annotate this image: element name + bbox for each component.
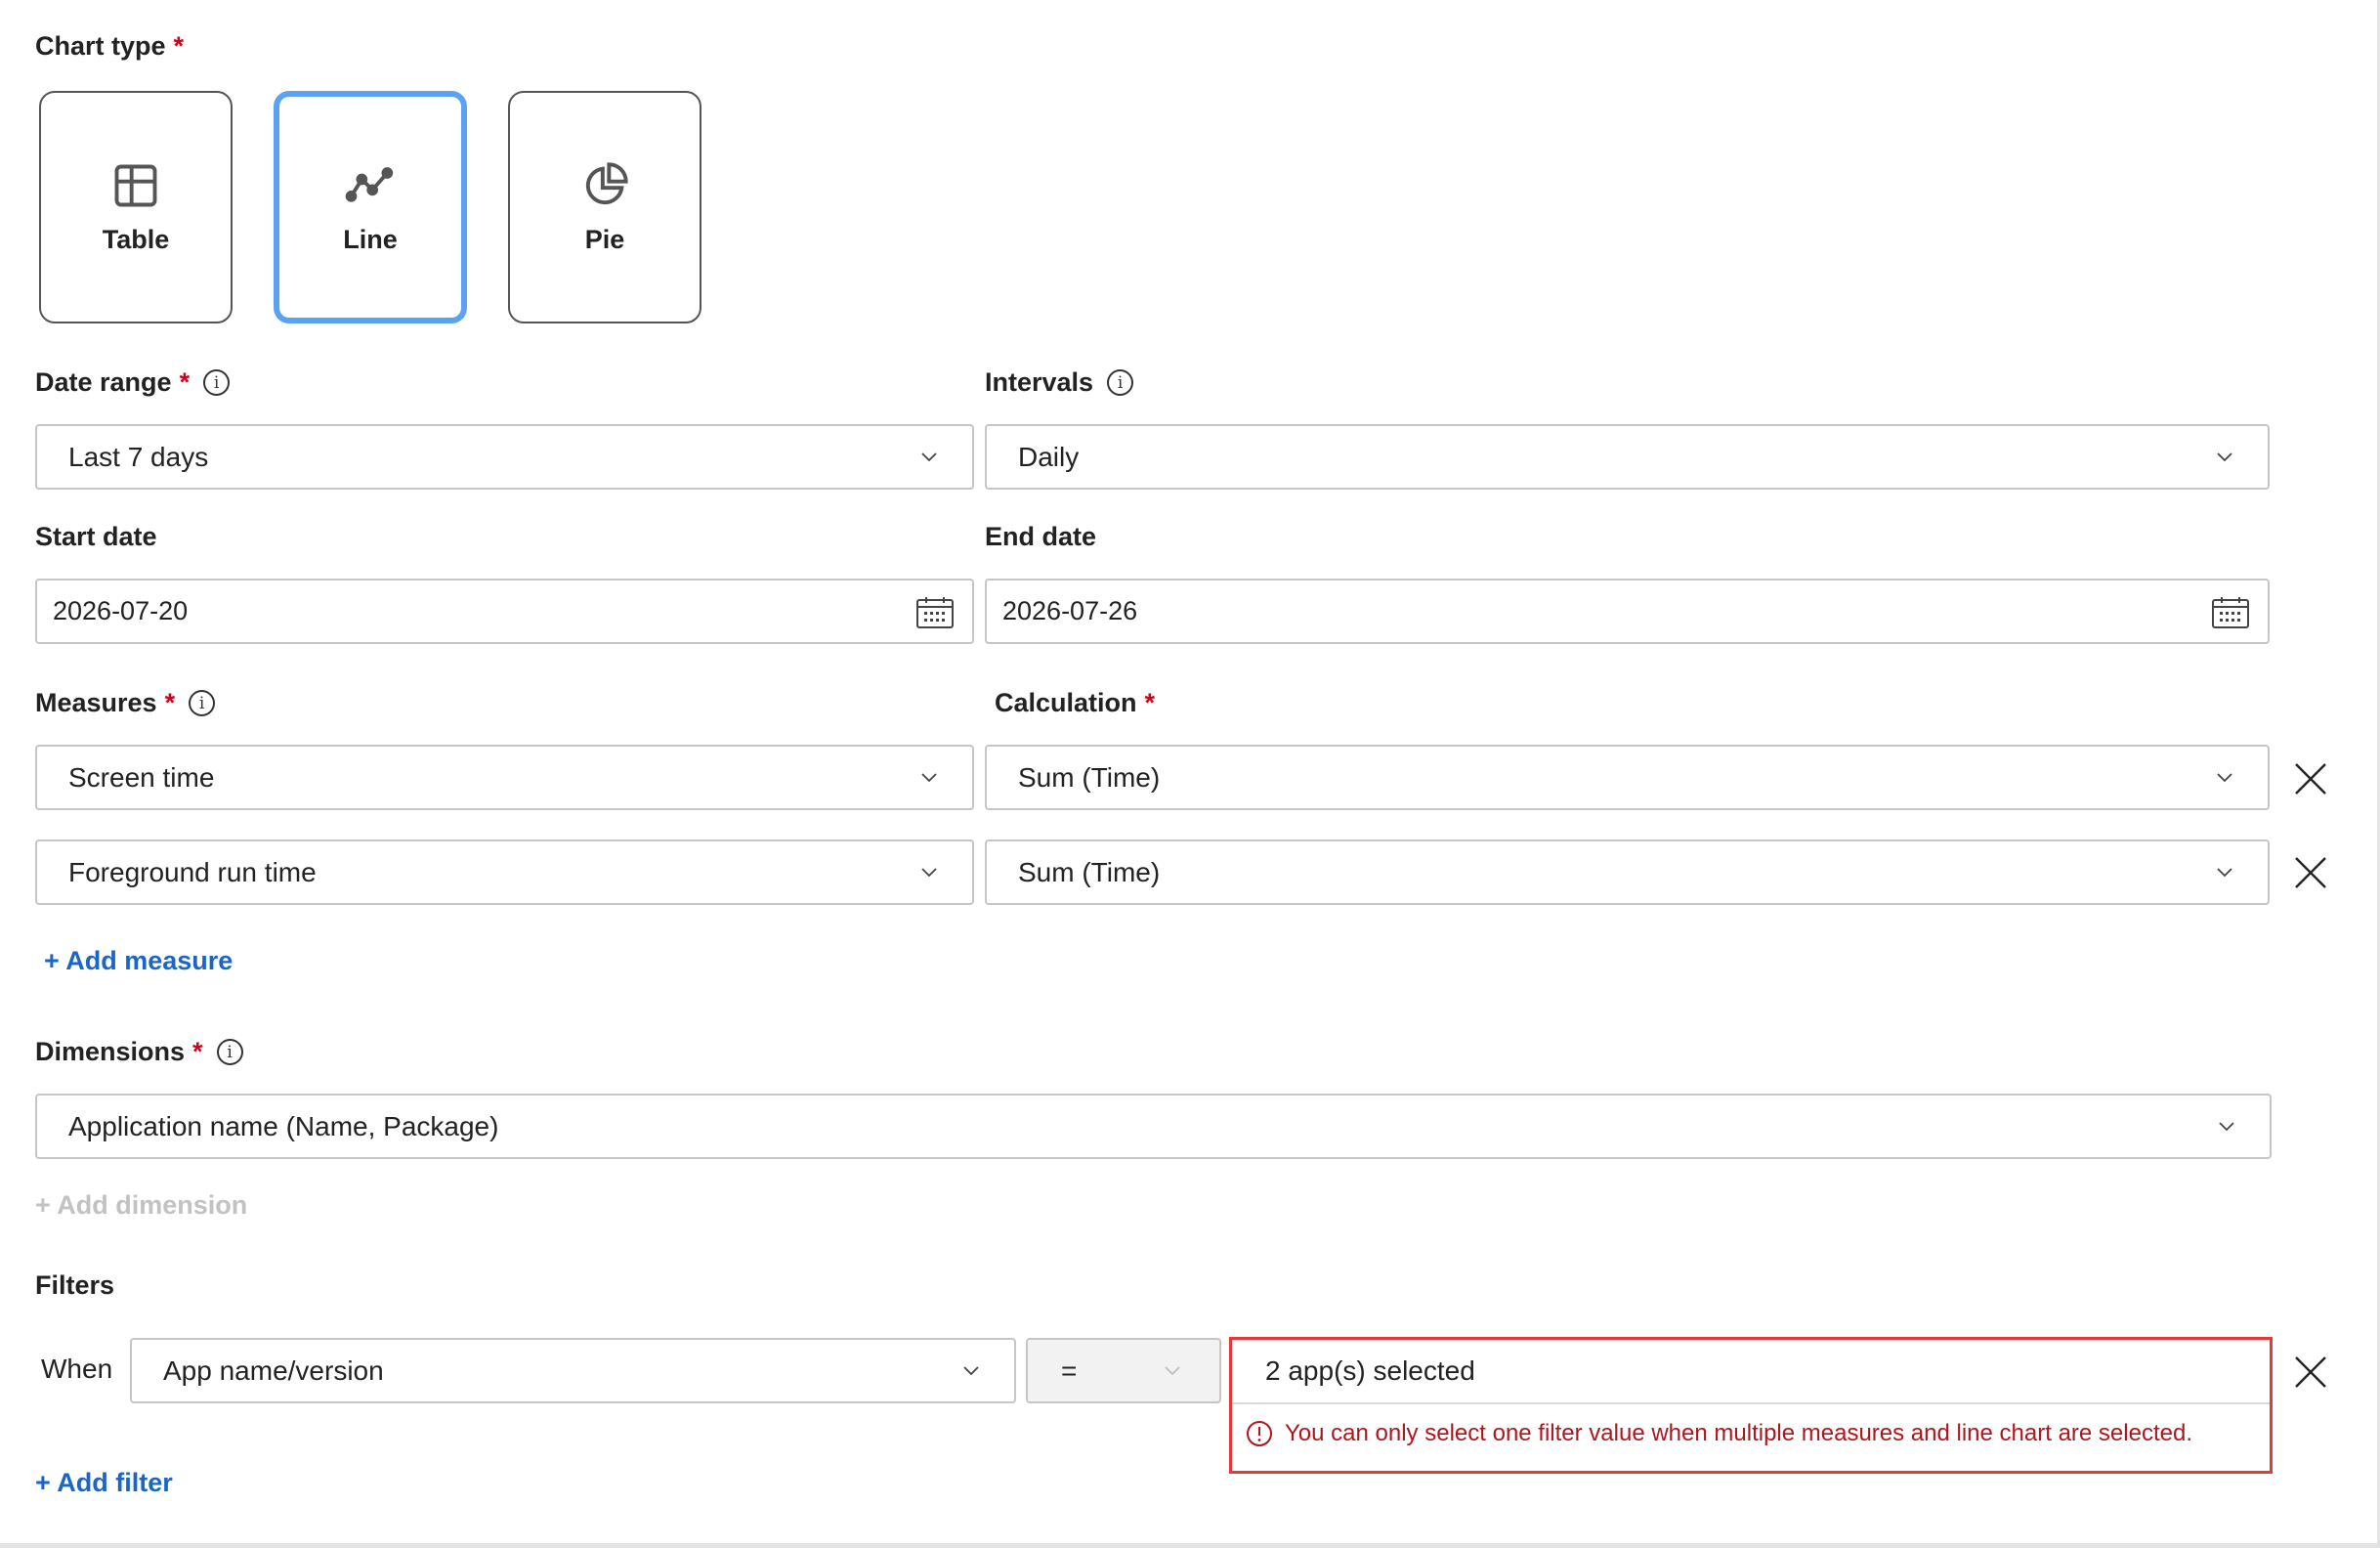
dimension-select[interactable]: Application name (Name, Package) — [35, 1094, 2272, 1159]
start-date-input[interactable]: 2026-07-20 — [35, 579, 974, 644]
dimensions-info-icon[interactable]: i — [216, 1039, 243, 1065]
chevron-down-icon — [2219, 1122, 2234, 1132]
end-date-label: End date — [985, 522, 1097, 551]
filter-field-select[interactable]: App name/version — [130, 1338, 1016, 1403]
calculation-select-1[interactable]: Sum (Time) — [985, 745, 2270, 810]
intervals-label: Intervals i — [985, 367, 1134, 398]
calculation-select-2[interactable]: Sum (Time) — [985, 839, 2270, 905]
measure-select-2[interactable]: Foreground run time — [35, 839, 974, 905]
add-filter-link[interactable]: + Add filter — [35, 1468, 173, 1498]
add-dimension-link: + Add dimension — [35, 1190, 248, 1220]
measures-label: Measures * i — [35, 688, 216, 718]
dimensions-label: Dimensions * i — [35, 1037, 243, 1067]
remove-measure-2-close-icon[interactable] — [2292, 854, 2329, 891]
error-icon — [1247, 1421, 1272, 1446]
start-date-label: Start date — [35, 522, 157, 551]
remove-measure-1-close-icon[interactable] — [2292, 760, 2329, 797]
chevron-down-icon — [921, 773, 937, 783]
chevron-down-icon — [2217, 868, 2232, 878]
chart-type-table-label: Table — [102, 224, 170, 254]
chevron-down-icon — [921, 452, 937, 462]
chart-type-line-label: Line — [343, 224, 398, 254]
filter-value-field[interactable]: 2 app(s) selected You can only select on… — [1229, 1337, 2273, 1474]
chart-type-line[interactable]: Line — [274, 91, 467, 323]
chevron-down-icon — [2217, 452, 2232, 462]
calendar-icon[interactable] — [2211, 596, 2250, 629]
date-range-label: Date range * i — [35, 367, 231, 398]
filter-operator-select: = — [1026, 1338, 1221, 1403]
chevron-down-icon — [2217, 773, 2232, 783]
pie-chart-icon — [585, 161, 628, 204]
report-builder-form: Chart type * Table Line Pie Date range * — [0, 0, 2380, 1548]
panel-bottom-border — [0, 1543, 2380, 1548]
chevron-down-icon — [1165, 1366, 1180, 1376]
measures-info-icon[interactable]: i — [189, 690, 216, 716]
intervals-select[interactable]: Daily — [985, 424, 2270, 490]
chevron-down-icon — [921, 868, 937, 878]
date-range-select[interactable]: Last 7 days — [35, 424, 974, 490]
measure-select-1[interactable]: Screen time — [35, 745, 974, 810]
chart-type-label: Chart type * — [35, 31, 185, 61]
table-icon — [114, 164, 157, 206]
add-measure-link[interactable]: + Add measure — [44, 946, 233, 976]
end-date-input[interactable]: 2026-07-26 — [985, 579, 2270, 644]
chart-type-table[interactable]: Table — [39, 91, 233, 323]
filters-label: Filters — [35, 1270, 115, 1300]
intervals-info-icon[interactable]: i — [1107, 369, 1134, 396]
remove-filter-close-icon[interactable] — [2292, 1354, 2329, 1391]
chart-type-pie[interactable]: Pie — [508, 91, 701, 323]
filter-value-select[interactable]: 2 app(s) selected — [1232, 1340, 2270, 1404]
chart-type-pie-label: Pie — [584, 224, 625, 254]
calculation-label: Calculation * — [995, 688, 1156, 717]
date-range-info-icon[interactable]: i — [203, 369, 231, 396]
chevron-down-icon — [963, 1366, 979, 1376]
line-chart-icon — [345, 166, 394, 202]
filter-error-message: You can only select one filter value whe… — [1246, 1420, 2192, 1447]
filter-when-label: When — [41, 1354, 113, 1384]
calendar-icon[interactable] — [915, 596, 955, 629]
